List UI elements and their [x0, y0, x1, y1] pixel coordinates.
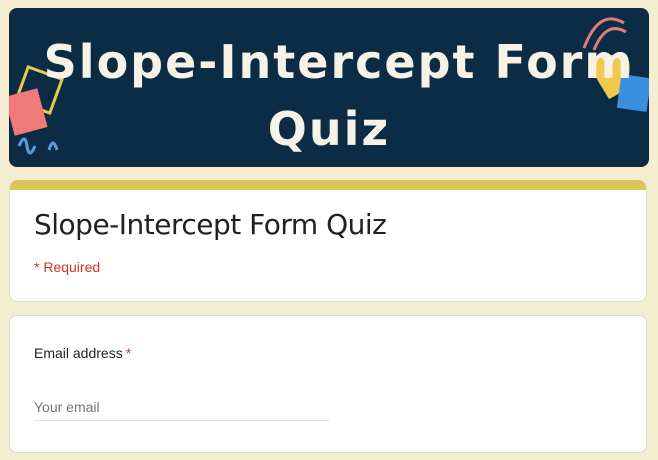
- header-banner: Slope-Intercept Form Quiz: [9, 8, 649, 167]
- question-label: Email address *: [34, 345, 131, 361]
- banner-title-line-2: Quiz: [267, 102, 391, 156]
- email-input[interactable]: [34, 394, 329, 421]
- question-title: Email address: [34, 345, 123, 361]
- required-note: * Required: [34, 259, 101, 275]
- email-question-card: Email address *: [9, 315, 647, 453]
- form-header-card: Slope-Intercept Form Quiz * Required: [9, 180, 647, 302]
- accent-bar: [10, 180, 646, 190]
- required-asterisk: *: [125, 345, 132, 361]
- form-title: Slope-Intercept Form Quiz: [34, 208, 387, 241]
- banner-title-line-1: Slope-Intercept Form: [43, 35, 635, 89]
